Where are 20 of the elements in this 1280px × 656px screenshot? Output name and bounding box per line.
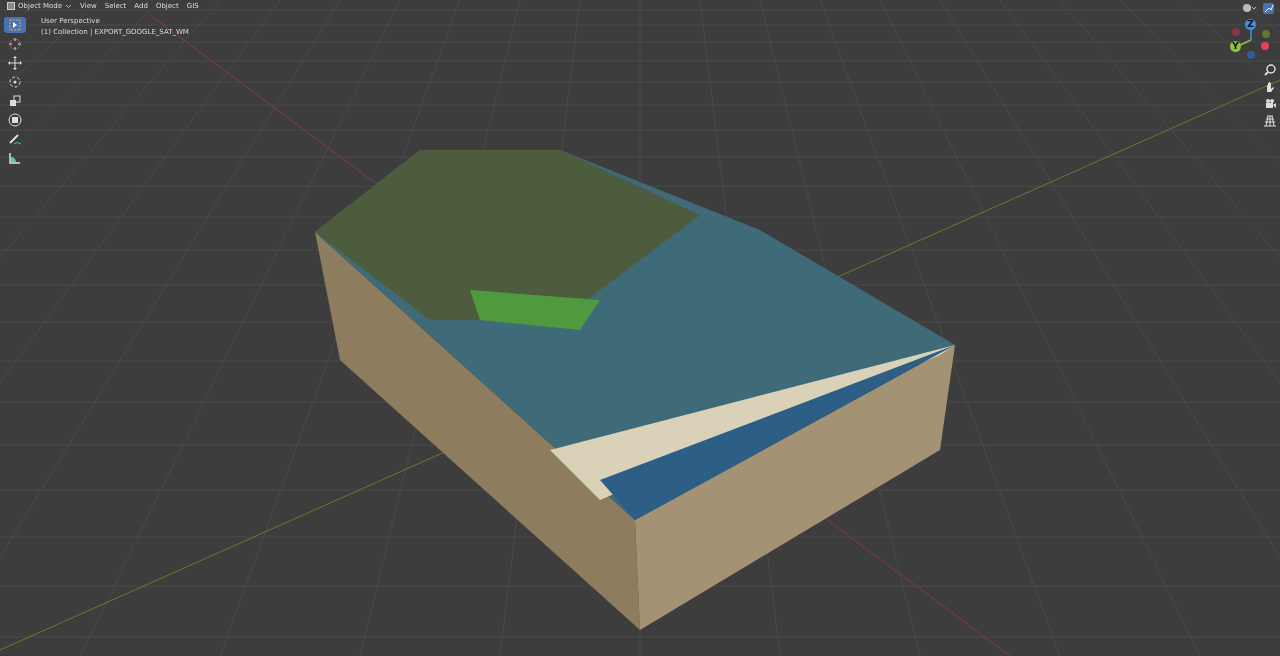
y-axis-label: Y	[1230, 41, 1241, 52]
scale-icon	[8, 94, 22, 108]
rotate-icon	[8, 75, 22, 89]
move-icon	[8, 56, 22, 70]
caret-icon	[65, 3, 73, 9]
select-tool[interactable]	[4, 17, 26, 33]
zoom-icon[interactable]	[1264, 64, 1276, 76]
select-icon	[8, 18, 22, 32]
z-axis-label: Z	[1245, 19, 1256, 30]
grid-icon[interactable]	[1264, 115, 1276, 127]
shading-icon[interactable]	[1241, 1, 1257, 15]
transform-icon	[8, 113, 22, 127]
hand-icon[interactable]	[1264, 81, 1276, 93]
axis-gizmo[interactable]: Z Y	[1228, 18, 1274, 64]
cursor-icon	[8, 37, 22, 51]
camera-icon[interactable]	[1264, 98, 1276, 110]
cube-icon	[7, 2, 15, 10]
gizmo-toggle[interactable]	[1263, 2, 1274, 14]
annotate-icon	[8, 132, 22, 146]
measure-icon	[8, 151, 22, 165]
